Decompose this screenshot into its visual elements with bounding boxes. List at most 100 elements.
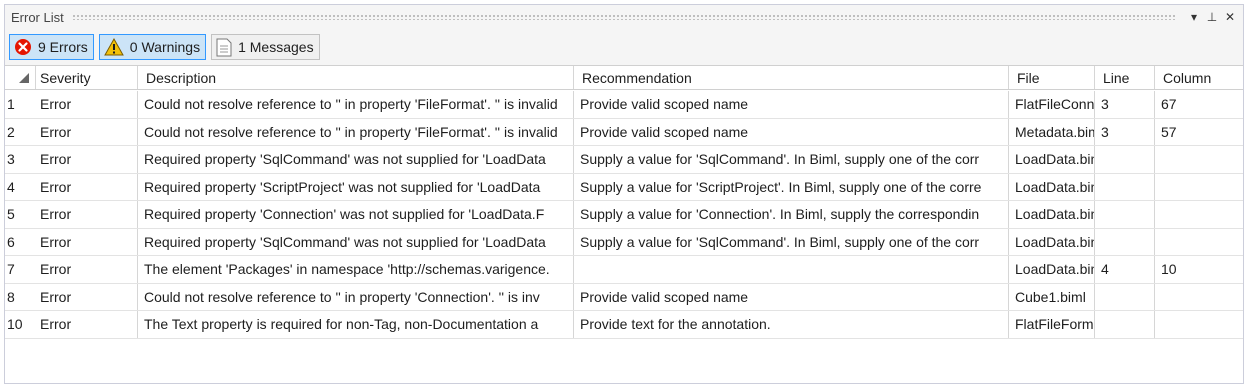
- recommendation-cell: Supply a value for 'ScriptProject'. In B…: [580, 178, 982, 195]
- column-divider: [1008, 228, 1009, 255]
- column-cell: [1156, 311, 1243, 338]
- column-divider: [1008, 311, 1009, 338]
- file-cell: FlatFileConnection: [1015, 96, 1094, 112]
- column-divider: [1154, 146, 1155, 173]
- column-cell: [1156, 174, 1243, 201]
- description-cell: Could not resolve reference to '' in pro…: [144, 288, 540, 305]
- table-row[interactable]: 10 Error The Text property is required for…: [5, 311, 1243, 339]
- column-divider: [573, 256, 574, 283]
- severity-cell: Error: [40, 123, 72, 140]
- column-divider: [137, 311, 138, 338]
- column-divider: [1008, 173, 1009, 200]
- column-divider: [573, 66, 574, 89]
- row-number: 8: [5, 283, 35, 310]
- line-cell: [1096, 229, 1154, 256]
- column-divider: [573, 146, 574, 173]
- recommendation-cell: [575, 256, 1008, 283]
- column-divider: [1154, 228, 1155, 255]
- line-cell: 3: [1101, 123, 1109, 140]
- header-row: Severity Description Recommendation File…: [5, 66, 1243, 90]
- description-cell: The Text property is required for non-Ta…: [144, 316, 539, 332]
- table-row[interactable]: 5 Error Required property 'Connection' was…: [5, 201, 1243, 229]
- error-list-panel: Error List ▾ ⊥ ✕ 9 Errors 0 Warnings 1 M…: [4, 4, 1244, 384]
- file-cell: LoadData.biml: [1015, 261, 1094, 277]
- column-divider: [573, 173, 574, 200]
- drag-grip[interactable]: [71, 14, 1175, 20]
- line-cell: [1096, 174, 1154, 201]
- header-severity[interactable]: Severity: [35, 66, 137, 89]
- column-divider: [1008, 256, 1009, 283]
- column-divider: [573, 91, 574, 118]
- header-recommendation[interactable]: Recommendation: [577, 66, 1008, 89]
- table-row[interactable]: 3 Error Required property 'SqlCommand' was…: [5, 146, 1243, 174]
- errors-filter-label: 9 Errors: [38, 39, 88, 55]
- column-divider: [137, 283, 138, 310]
- table-row[interactable]: 1 Error Could not resolve reference to '' …: [5, 91, 1243, 119]
- errors-filter-button[interactable]: 9 Errors: [9, 34, 94, 60]
- line-cell: [1096, 311, 1154, 338]
- messages-filter-button[interactable]: 1 Messages: [211, 34, 320, 60]
- header-column[interactable]: Column: [1158, 66, 1243, 89]
- row-number: 6: [5, 228, 35, 255]
- table-row[interactable]: 7 Error The element 'Packages' in namespac…: [5, 256, 1243, 284]
- severity-cell: Error: [40, 96, 72, 112]
- column-divider: [137, 146, 138, 173]
- column-divider: [1008, 146, 1009, 173]
- column-divider: [1094, 201, 1095, 228]
- column-cell: 10: [1161, 261, 1177, 277]
- column-divider: [137, 118, 138, 145]
- line-cell: 4: [1101, 261, 1109, 277]
- column-divider: [1008, 91, 1009, 118]
- table-row[interactable]: 6 Error Required property 'SqlCommand' was…: [5, 228, 1243, 256]
- table-row[interactable]: 4 Error Required property 'ScriptProject' …: [5, 173, 1243, 201]
- column-divider: [1154, 91, 1155, 118]
- message-document-icon: [216, 38, 232, 57]
- table-row[interactable]: 8 Error Could not resolve reference to '' …: [5, 283, 1243, 311]
- file-cell: FlatFileFormat: [1015, 316, 1094, 332]
- warning-triangle-icon: [103, 38, 124, 56]
- column-divider: [1154, 256, 1155, 283]
- pin-icon[interactable]: ⊥: [1205, 10, 1219, 24]
- column-divider: [1154, 201, 1155, 228]
- column-divider: [1008, 66, 1009, 89]
- dropdown-icon[interactable]: ▾: [1187, 10, 1201, 24]
- column-divider: [137, 256, 138, 283]
- header-file[interactable]: File: [1012, 66, 1094, 89]
- table-row[interactable]: 2 Error Could not resolve reference to '' …: [5, 118, 1243, 146]
- column-divider: [573, 311, 574, 338]
- warnings-filter-button[interactable]: 0 Warnings: [98, 34, 207, 60]
- column-cell: [1156, 201, 1243, 228]
- column-divider: [1154, 173, 1155, 200]
- column-divider: [1094, 173, 1095, 200]
- description-cell: Required property 'SqlCommand' was not s…: [144, 233, 546, 250]
- file-cell: Cube1.biml: [1015, 288, 1086, 305]
- panel-title: Error List: [11, 9, 64, 25]
- recommendation-cell: Provide valid scoped name: [580, 123, 749, 140]
- select-all-corner-icon[interactable]: [19, 73, 29, 83]
- description-cell: The element 'Packages' in namespace 'htt…: [144, 261, 550, 277]
- severity-cell: Error: [40, 233, 72, 250]
- severity-cell: Error: [40, 288, 72, 305]
- description-cell: Could not resolve reference to '' in pro…: [144, 123, 558, 140]
- column-divider: [1094, 66, 1095, 89]
- recommendation-cell: Provide text for the annotation.: [580, 316, 771, 332]
- column-divider: [1094, 228, 1095, 255]
- recommendation-cell: Provide valid scoped name: [580, 288, 749, 305]
- file-cell: Metadata.biml: [1015, 123, 1094, 140]
- description-cell: Required property 'ScriptProject' was no…: [144, 178, 541, 195]
- header-description[interactable]: Description: [141, 66, 573, 89]
- line-cell: [1096, 284, 1154, 311]
- line-cell: [1096, 201, 1154, 228]
- line-cell: 3: [1101, 96, 1109, 112]
- column-cell: [1156, 229, 1243, 256]
- recommendation-cell: Supply a value for 'SqlCommand'. In Biml…: [580, 233, 980, 250]
- row-number: 7: [5, 256, 35, 283]
- column-divider: [1094, 146, 1095, 173]
- row-number: 4: [5, 173, 35, 200]
- close-icon[interactable]: ✕: [1223, 10, 1237, 24]
- header-line[interactable]: Line: [1098, 66, 1154, 89]
- column-divider: [137, 91, 138, 118]
- column-divider: [573, 118, 574, 145]
- column-divider: [1154, 66, 1155, 89]
- recommendation-cell: Provide valid scoped name: [580, 96, 749, 112]
